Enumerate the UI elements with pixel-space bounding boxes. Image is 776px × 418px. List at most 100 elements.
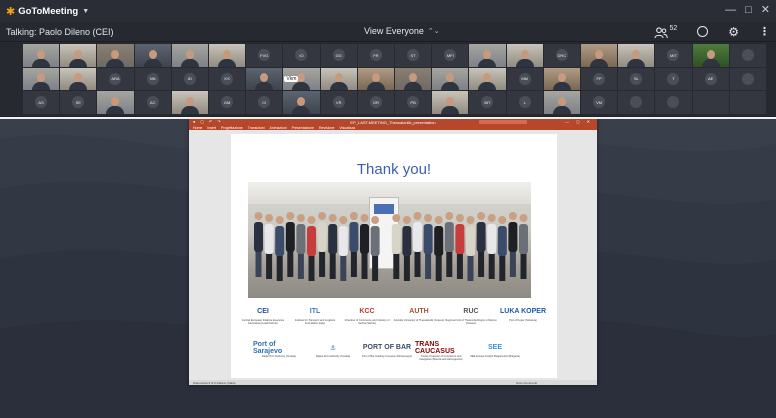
participant-tile[interactable]: MM: [506, 67, 543, 90]
participant-tile[interactable]: AC: [134, 91, 171, 114]
participant-tile[interactable]: CI: [246, 91, 283, 114]
participant-tile[interactable]: ID: [171, 67, 208, 90]
participant-tile[interactable]: [543, 91, 580, 114]
participant-tile[interactable]: [469, 44, 506, 67]
participant-tile[interactable]: [692, 44, 729, 67]
partner-logo: KCC Chamber of Commerce and Industry of S…: [341, 306, 393, 325]
participant-tile[interactable]: [469, 67, 506, 90]
participant-tile[interactable]: MFI: [432, 44, 469, 67]
view-selector[interactable]: View Everyone ⌃⌄: [364, 26, 440, 36]
participant-tile[interactable]: [729, 91, 766, 114]
participant-tile[interactable]: FVG: [246, 44, 283, 67]
ppt-window-controls[interactable]: — ◻ ✕: [565, 119, 593, 124]
participant-tile[interactable]: [395, 67, 432, 90]
participant-tile[interactable]: [60, 44, 97, 67]
participant-initials-avatar: IO: [295, 49, 308, 62]
participant-tile[interactable]: BIT: [469, 91, 506, 114]
participant-tile[interactable]: GM: [209, 91, 246, 114]
participant-tile[interactable]: [357, 67, 394, 90]
participant-tile[interactable]: KS: [209, 67, 246, 90]
participant-tile[interactable]: GG: [320, 44, 357, 67]
participant-tile[interactable]: DRC: [543, 44, 580, 67]
minimize-button[interactable]: —: [725, 3, 736, 17]
partner-logo: SEE SEE Europe Freight Bulgaria EU (Bulga…: [469, 342, 521, 358]
participant-video-person: [216, 48, 238, 67]
participant-tile[interactable]: GR: [357, 91, 394, 114]
gear-icon[interactable]: ⚙: [728, 25, 739, 39]
ppt-ribbon-tab[interactable]: Presentazione: [292, 126, 314, 130]
participant-tile[interactable]: [209, 44, 246, 67]
participant-initials-avatar: SL: [630, 72, 643, 85]
more-options-icon[interactable]: ⋮: [759, 25, 770, 38]
participant-tile[interactable]: T: [655, 67, 692, 90]
participant-initials-avatar: AC: [146, 96, 159, 109]
participants-button[interactable]: 52: [654, 24, 677, 39]
participant-tile[interactable]: [729, 67, 766, 90]
participant-video-person: [365, 71, 387, 90]
participant-tile[interactable]: L: [506, 91, 543, 114]
participant-tile[interactable]: [60, 67, 97, 90]
participant-tile[interactable]: [171, 44, 208, 67]
ppt-ribbon-tab[interactable]: Home: [193, 126, 202, 130]
participant-initials-avatar: SE: [72, 96, 85, 109]
ppt-search-input[interactable]: [479, 120, 527, 124]
participant-tile[interactable]: [432, 91, 469, 114]
participant-video-person: [67, 71, 89, 90]
participant-tile[interactable]: [618, 91, 655, 114]
status-bar: Talking: Paolo Dileno (CEI) View Everyon…: [0, 22, 776, 42]
participant-count: 52: [669, 25, 678, 32]
ppt-ribbon-tab[interactable]: Revisione: [319, 126, 334, 130]
participant-tile[interactable]: [618, 44, 655, 67]
participant-tile[interactable]: [432, 67, 469, 90]
participant-tile[interactable]: [506, 44, 543, 67]
maximize-button[interactable]: □: [745, 3, 752, 17]
ppt-quick-access-icon[interactable]: ● ◻ ↶ ↷: [193, 119, 223, 124]
participant-tile[interactable]: [729, 44, 766, 67]
participant-tile[interactable]: AS: [23, 91, 60, 114]
participant-tile[interactable]: [581, 44, 618, 67]
participant-tile[interactable]: SL: [618, 67, 655, 90]
ppt-ribbon-tab[interactable]: Progettazione: [221, 126, 243, 130]
participant-tile[interactable]: [283, 91, 320, 114]
participant-tile[interactable]: MIT: [655, 44, 692, 67]
photo-person: [391, 214, 401, 279]
chat-bubble-icon[interactable]: [697, 26, 709, 37]
participant-tile[interactable]: [543, 67, 580, 90]
participant-tile[interactable]: [97, 91, 134, 114]
app-menu-chevron-down-icon[interactable]: ▼: [82, 8, 89, 15]
participant-tile[interactable]: VM: [581, 91, 618, 114]
participant-tile[interactable]: [23, 67, 60, 90]
ppt-ribbon-tab[interactable]: Transizioni: [248, 126, 265, 130]
participant-tile[interactable]: ARA: [97, 67, 134, 90]
participant-tile[interactable]: IO: [283, 44, 320, 67]
partner-logo: TRANS CAUCASUS Trieste Chamber of Commerc…: [415, 341, 467, 362]
photo-person: [307, 216, 316, 281]
participant-tile[interactable]: [134, 44, 171, 67]
participant-tile[interactable]: [23, 44, 60, 67]
participant-tile[interactable]: [692, 91, 729, 114]
participant-initials-avatar: VM: [593, 96, 606, 109]
participant-tile[interactable]: FP: [581, 67, 618, 90]
ppt-ribbon-tab[interactable]: Visualizza: [339, 126, 355, 130]
participant-video-person: [253, 71, 275, 90]
participant-tile[interactable]: [655, 91, 692, 114]
participant-tile[interactable]: VR: [320, 91, 357, 114]
participant-tile[interactable]: AE: [692, 67, 729, 90]
participant-tile[interactable]: Vkm: [283, 67, 320, 90]
participant-tile[interactable]: SE: [60, 91, 97, 114]
ppt-ribbon-tab[interactable]: Insert: [207, 126, 216, 130]
ppt-ribbon-tab[interactable]: Animazioni: [270, 126, 287, 130]
participant-initials-avatar: MM: [518, 72, 531, 85]
participant-tile[interactable]: [97, 44, 134, 67]
participant-tile[interactable]: [320, 67, 357, 90]
participant-tile[interactable]: NN: [134, 67, 171, 90]
participant-tile[interactable]: [171, 91, 208, 114]
participant-tile[interactable]: PB: [395, 91, 432, 114]
participant-initials-avatar: [667, 96, 680, 109]
participant-tile[interactable]: ST: [395, 44, 432, 67]
participant-tile[interactable]: [246, 67, 283, 90]
partner-logo-caption: SEE Europe Freight Bulgaria EU (Bulgaria…: [470, 355, 520, 358]
participant-tile[interactable]: FR: [357, 44, 394, 67]
close-button[interactable]: ✕: [761, 3, 770, 17]
participant-initials-avatar: KS: [221, 72, 234, 85]
